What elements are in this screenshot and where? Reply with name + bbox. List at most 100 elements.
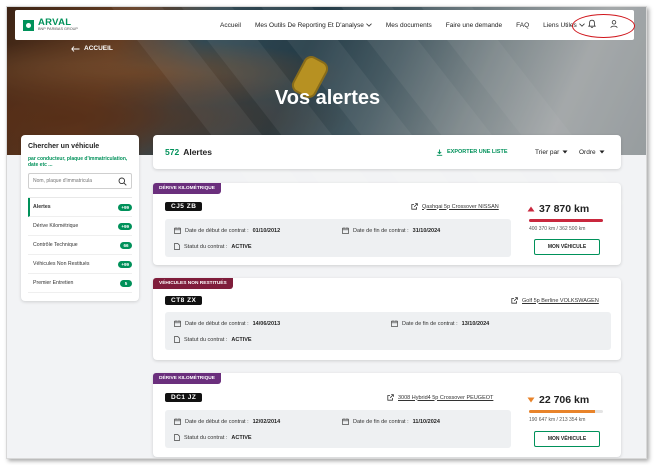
contract-end: Date de fin de contrat : 11/10/2024 <box>342 418 440 425</box>
contract-info-box: Date de début de contrat : 12/02/2014 Da… <box>165 410 511 448</box>
export-list-label: EXPORTER UNE LISTE <box>447 149 508 155</box>
contract-end-label: Date de fin de contrat : <box>353 418 409 425</box>
contract-status-label: Statut du contrat : <box>184 434 228 441</box>
external-link-icon <box>387 394 394 401</box>
contract-info-box: Date de début de contrat : 01/10/2012 Da… <box>165 219 511 257</box>
search-input[interactable] <box>33 178 109 184</box>
mileage-deviation-value: 22 706 km <box>539 394 590 406</box>
calendar-icon <box>342 227 349 234</box>
triangle-up-icon <box>527 206 535 212</box>
order-dropdown[interactable]: Ordre <box>579 149 605 156</box>
back-link[interactable]: ACCUEIL <box>71 45 113 52</box>
sidebar-filter-item[interactable]: Premier Entretien 5 <box>28 274 132 293</box>
export-list-button[interactable]: EXPORTER UNE LISTE <box>436 149 508 156</box>
contract-status-value: ACTIVE <box>231 336 252 343</box>
search-box <box>28 173 132 189</box>
back-link-label: ACCUEIL <box>84 45 113 52</box>
mileage-progress-fill <box>529 410 595 413</box>
contract-start-label: Date de début de contrat : <box>185 227 249 234</box>
sidebar-filter-item[interactable]: Contrôle Technique 66 <box>28 236 132 255</box>
nav-item[interactable]: Mes Outils De Reporting Et D'analyse <box>255 22 372 29</box>
main-menu: Accueil Mes Outils De Reporting Et D'anal… <box>220 10 599 40</box>
license-plate: CJ5 ZB <box>165 202 203 211</box>
contract-status-value: ACTIVE <box>231 243 252 250</box>
alert-type-tag: VÉHICULES NON RESTITUÉS <box>153 278 233 289</box>
contract-info-box: Date de début de contrat : 14/06/2013 Da… <box>165 312 611 350</box>
alerts-count: 572 <box>165 147 180 157</box>
sidebar-filter-label: Contrôle Technique <box>33 242 78 248</box>
nav-item[interactable]: Mes documents <box>386 22 432 29</box>
calendar-icon <box>342 418 349 425</box>
my-vehicle-button[interactable]: MON VÉHICULE <box>534 239 600 255</box>
alerts-main: 572 Alertes EXPORTER UNE LISTE Trier par… <box>153 135 621 457</box>
document-icon <box>174 243 180 250</box>
sidebar-filter-item[interactable]: Véhicules Non Restitués +99 <box>28 255 132 274</box>
caret-down-icon <box>562 150 568 154</box>
mileage-deviation: 22 706 km <box>527 394 589 406</box>
alert-filter-list: Alertes +99 Dérive Kilométrique +99 Contrôle… <box>28 197 132 293</box>
contract-start: Date de début de contrat : 12/02/2014 <box>174 418 280 425</box>
my-vehicle-button[interactable]: MON VÉHICULE <box>534 431 600 447</box>
count-badge: +99 <box>118 222 132 230</box>
contract-start-value: 14/06/2013 <box>252 320 281 327</box>
contract-end-label: Date de fin de contrat : <box>353 227 409 234</box>
vehicle-search-panel: Chercher un véhicule par conducteur, pla… <box>21 135 139 301</box>
external-link-icon <box>511 297 518 304</box>
mileage-progress-bar <box>529 410 603 413</box>
contract-start: Date de début de contrat : 01/10/2012 <box>174 227 280 234</box>
vehicle-link-label: Golf 5p Berline VOLKSWAGEN <box>522 297 599 304</box>
search-panel-title: Chercher un véhicule <box>28 143 100 150</box>
contract-start-value: 01/10/2012 <box>252 227 281 234</box>
mileage-progress-fill <box>529 219 603 222</box>
logo-name: ARVAL <box>38 17 72 28</box>
vehicle-link[interactable]: Golf 5p Berline VOLKSWAGEN <box>511 297 599 304</box>
nav-item-label: Mes Outils De Reporting Et D'analyse <box>254 21 364 29</box>
mileage-detail: 400 370 km / 362 500 km <box>529 226 586 232</box>
contract-start-value: 12/02/2014 <box>252 418 281 425</box>
mileage-deviation: 37 870 km <box>527 203 589 215</box>
sidebar-filter-item[interactable]: Alertes +99 <box>28 198 132 217</box>
page-frame: ACCUEIL Vos alertes ARVAL BNP PARIBAS GR… <box>6 6 647 459</box>
contract-end-value: 13/10/2024 <box>461 320 490 327</box>
license-plate: DC1 JZ <box>165 393 203 402</box>
count-badge: 66 <box>120 241 132 249</box>
page-title: Vos alertes <box>274 87 381 109</box>
sidebar-filter-label: Premier Entretien <box>33 280 74 286</box>
nav-item-label: FAQ <box>516 21 530 29</box>
nav-item-label: Accueil <box>220 21 241 29</box>
calendar-icon <box>174 418 181 425</box>
logo-subtitle: BNP PARIBAS GROUP <box>38 27 78 31</box>
contract-status-label: Statut du contrat : <box>184 243 228 250</box>
alerts-count-label: Alertes <box>183 147 213 157</box>
document-icon <box>174 434 180 441</box>
alert-card: VÉHICULES NON RESTITUÉS CT8 ZX Golf 5p B… <box>153 278 621 360</box>
sidebar-filter-item[interactable]: Dérive Kilométrique +99 <box>28 217 132 236</box>
contract-end-value: 11/10/2024 <box>412 418 440 425</box>
vehicle-link[interactable]: Qashqai 5p Crossover NISSAN <box>411 203 499 210</box>
contract-status: Statut du contrat : ACTIVE <box>174 434 252 441</box>
nav-item[interactable]: Faire une demande <box>446 22 502 29</box>
count-badge: +99 <box>118 260 132 268</box>
nav-item[interactable]: FAQ <box>516 22 529 29</box>
nav-item[interactable]: Accueil <box>220 22 241 29</box>
contract-end-label: Date de fin de contrat : <box>402 320 458 327</box>
top-navbar: ARVAL BNP PARIBAS GROUP Accueil Mes Outil… <box>15 10 635 40</box>
mileage-detail: 190 647 km / 213 354 km <box>529 417 586 423</box>
alert-type-tag: DÉRIVE KILOMÉTRIQUE <box>153 183 221 194</box>
contract-status: Statut du contrat : ACTIVE <box>174 243 252 250</box>
sidebar-filter-label: Dérive Kilométrique <box>33 223 79 229</box>
calendar-icon <box>174 227 181 234</box>
mileage-progress-bar <box>529 219 603 222</box>
search-icon[interactable] <box>118 177 127 186</box>
nav-item-label: Faire une demande <box>445 21 503 29</box>
arrow-left-icon <box>71 45 80 52</box>
arval-logo[interactable]: ARVAL BNP PARIBAS GROUP <box>23 18 78 32</box>
vehicle-link[interactable]: 3008 Hybrid4 5p Crossover PEUGEOT <box>387 394 493 401</box>
nav-item-label: Mes documents <box>385 21 432 29</box>
sort-by-dropdown[interactable]: Trier par <box>535 149 568 156</box>
count-badge: +99 <box>118 203 132 211</box>
mileage-deviation-value: 37 870 km <box>539 203 590 215</box>
alert-type-tag: DÉRIVE KILOMÉTRIQUE <box>153 373 221 384</box>
contract-status-value: ACTIVE <box>231 434 252 441</box>
highlight-oval <box>572 14 635 38</box>
